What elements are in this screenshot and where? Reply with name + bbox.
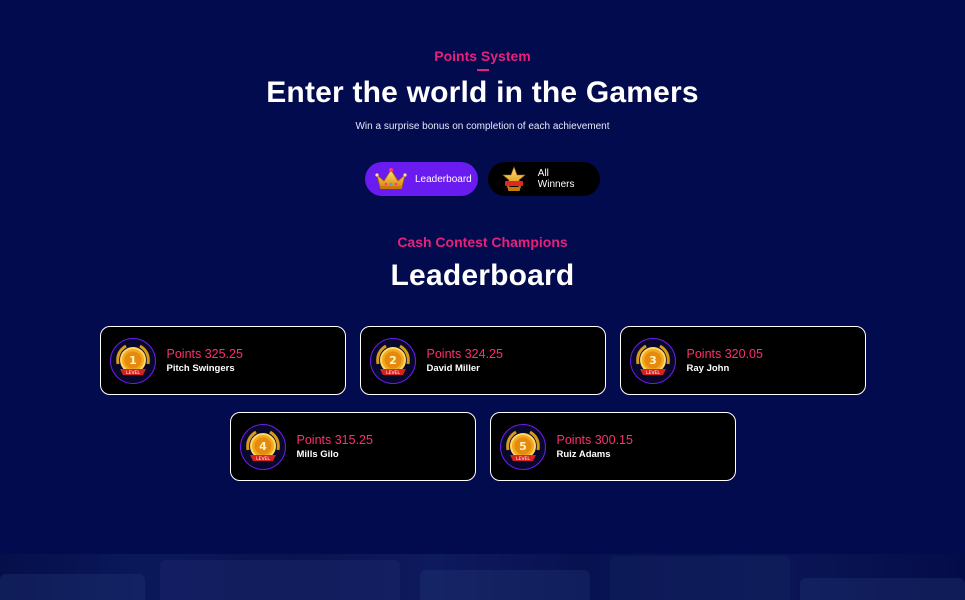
tab-all-winners-label: All Winners <box>537 168 575 190</box>
tab-leaderboard-label: Leaderboard <box>415 173 472 185</box>
player-name: Pitch Swingers <box>166 363 235 374</box>
player-name: David Miller <box>426 363 480 374</box>
medal-rank: 4 <box>259 440 267 453</box>
background-image-strip <box>0 554 965 600</box>
tab-all-winners[interactable]: All Winners <box>488 162 600 196</box>
leaderboard-card: 1 LEVEL Points 325.25 Pitch Swingers <box>99 326 346 395</box>
leaderboard-title: Leaderboard <box>390 259 575 292</box>
hero-title: Enter the world in the Gamers <box>266 76 699 109</box>
eyebrow-underline <box>476 69 489 71</box>
points-system-eyebrow: Points System <box>434 48 531 64</box>
leaderboard-row-2: 4 LEVEL Points 315.25 Mills Gilo 5 LEVEL… <box>0 412 965 481</box>
player-points: Points 324.25 <box>426 347 503 361</box>
leaderboard-card: 2 LEVEL Points 324.25 David Miller <box>359 326 606 395</box>
hero-subtitle: Win a surprise bonus on completion of ea… <box>355 121 610 132</box>
leaderboard-card: 4 LEVEL Points 315.25 Mills Gilo <box>229 412 476 481</box>
level-medal-icon: 4 LEVEL <box>239 423 286 470</box>
level-medal-icon: 2 LEVEL <box>369 337 416 384</box>
points-system-header: Points System <box>0 48 965 71</box>
level-medal-icon: 1 LEVEL <box>109 337 156 384</box>
tab-leaderboard[interactable]: Leaderboard <box>365 162 478 196</box>
subtitle-wrap: Win a surprise bonus on completion of ea… <box>0 121 965 132</box>
player-points: Points 320.05 <box>686 347 763 361</box>
level-medal-icon: 5 LEVEL <box>499 423 546 470</box>
crown-icon <box>375 166 407 192</box>
medal-label: LEVEL <box>256 456 270 462</box>
level-medal-icon: 3 LEVEL <box>629 337 676 384</box>
player-name: Mills Gilo <box>296 449 339 460</box>
medal-rank: 1 <box>129 354 137 367</box>
leaderboard-card: 5 LEVEL Points 300.15 Ruiz Adams <box>489 412 736 481</box>
player-points: Points 325.25 <box>166 347 243 361</box>
player-name: Ruiz Adams <box>556 449 611 460</box>
player-points: Points 300.15 <box>556 433 633 447</box>
medal-rank: 2 <box>389 354 397 367</box>
player-name: Ray John <box>686 363 730 374</box>
medal-label: LEVEL <box>646 370 660 376</box>
star-trophy-icon <box>498 166 530 192</box>
leaderboard-title-wrap: Leaderboard <box>0 259 965 293</box>
leaderboard-row-1: 1 LEVEL Points 325.25 Pitch Swingers 2 L… <box>0 326 965 395</box>
tab-bar: Leaderboard All Winners <box>0 162 965 196</box>
medal-label: LEVEL <box>516 456 530 462</box>
player-points: Points 315.25 <box>296 433 373 447</box>
medal-rank: 3 <box>649 354 657 367</box>
hero-title-wrap: Enter the world in the Gamers <box>0 76 965 110</box>
leaderboard-card: 3 LEVEL Points 320.05 Ray John <box>619 326 866 395</box>
medal-rank: 5 <box>519 440 527 453</box>
leaderboard-eyebrow-wrap: Cash Contest Champions <box>0 234 965 250</box>
medal-label: LEVEL <box>126 370 140 376</box>
leaderboard-eyebrow: Cash Contest Champions <box>397 234 568 250</box>
medal-label: LEVEL <box>386 370 400 376</box>
